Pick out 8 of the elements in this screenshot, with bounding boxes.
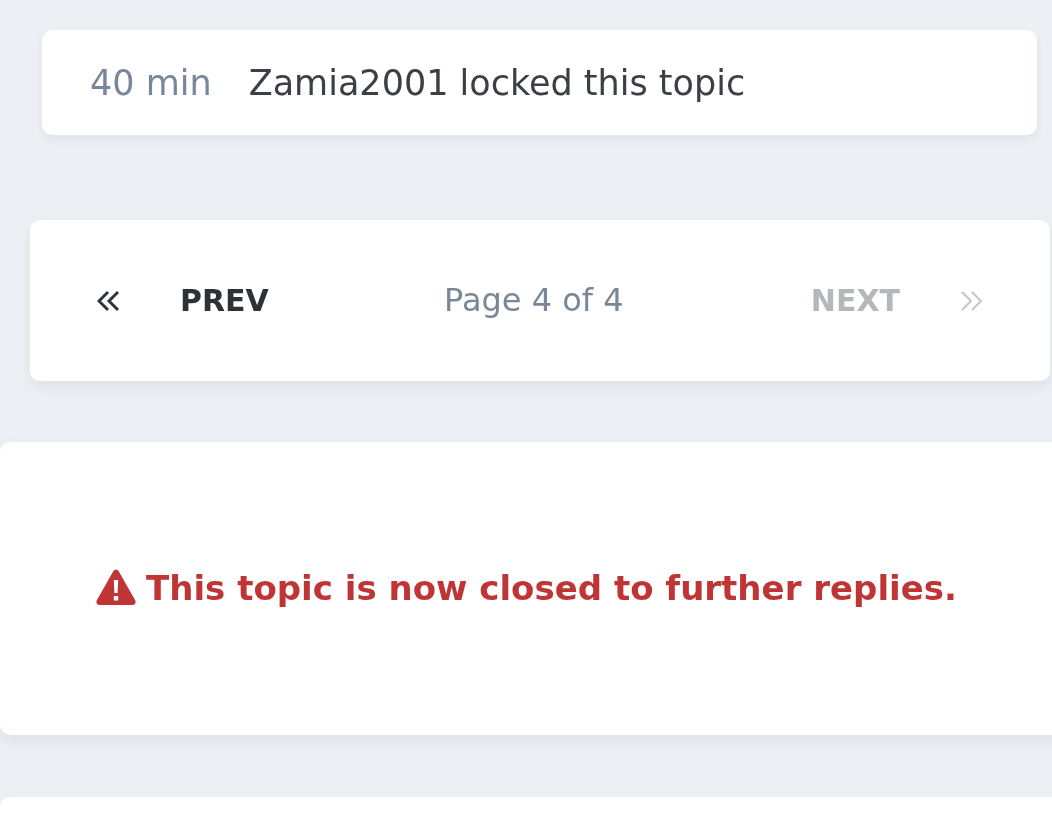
next-link: NEXT <box>810 282 900 319</box>
event-text: Zamia2001 locked this topic <box>248 61 746 104</box>
event-time: 40 min <box>90 61 212 104</box>
warning-icon <box>96 568 136 605</box>
notice-text: This topic is now closed to further replies. <box>146 568 957 609</box>
double-chevron-left-icon[interactable] <box>97 289 121 312</box>
page-indicator: Page 4 of 4 <box>444 281 624 320</box>
prev-link[interactable]: PREV <box>180 282 269 319</box>
